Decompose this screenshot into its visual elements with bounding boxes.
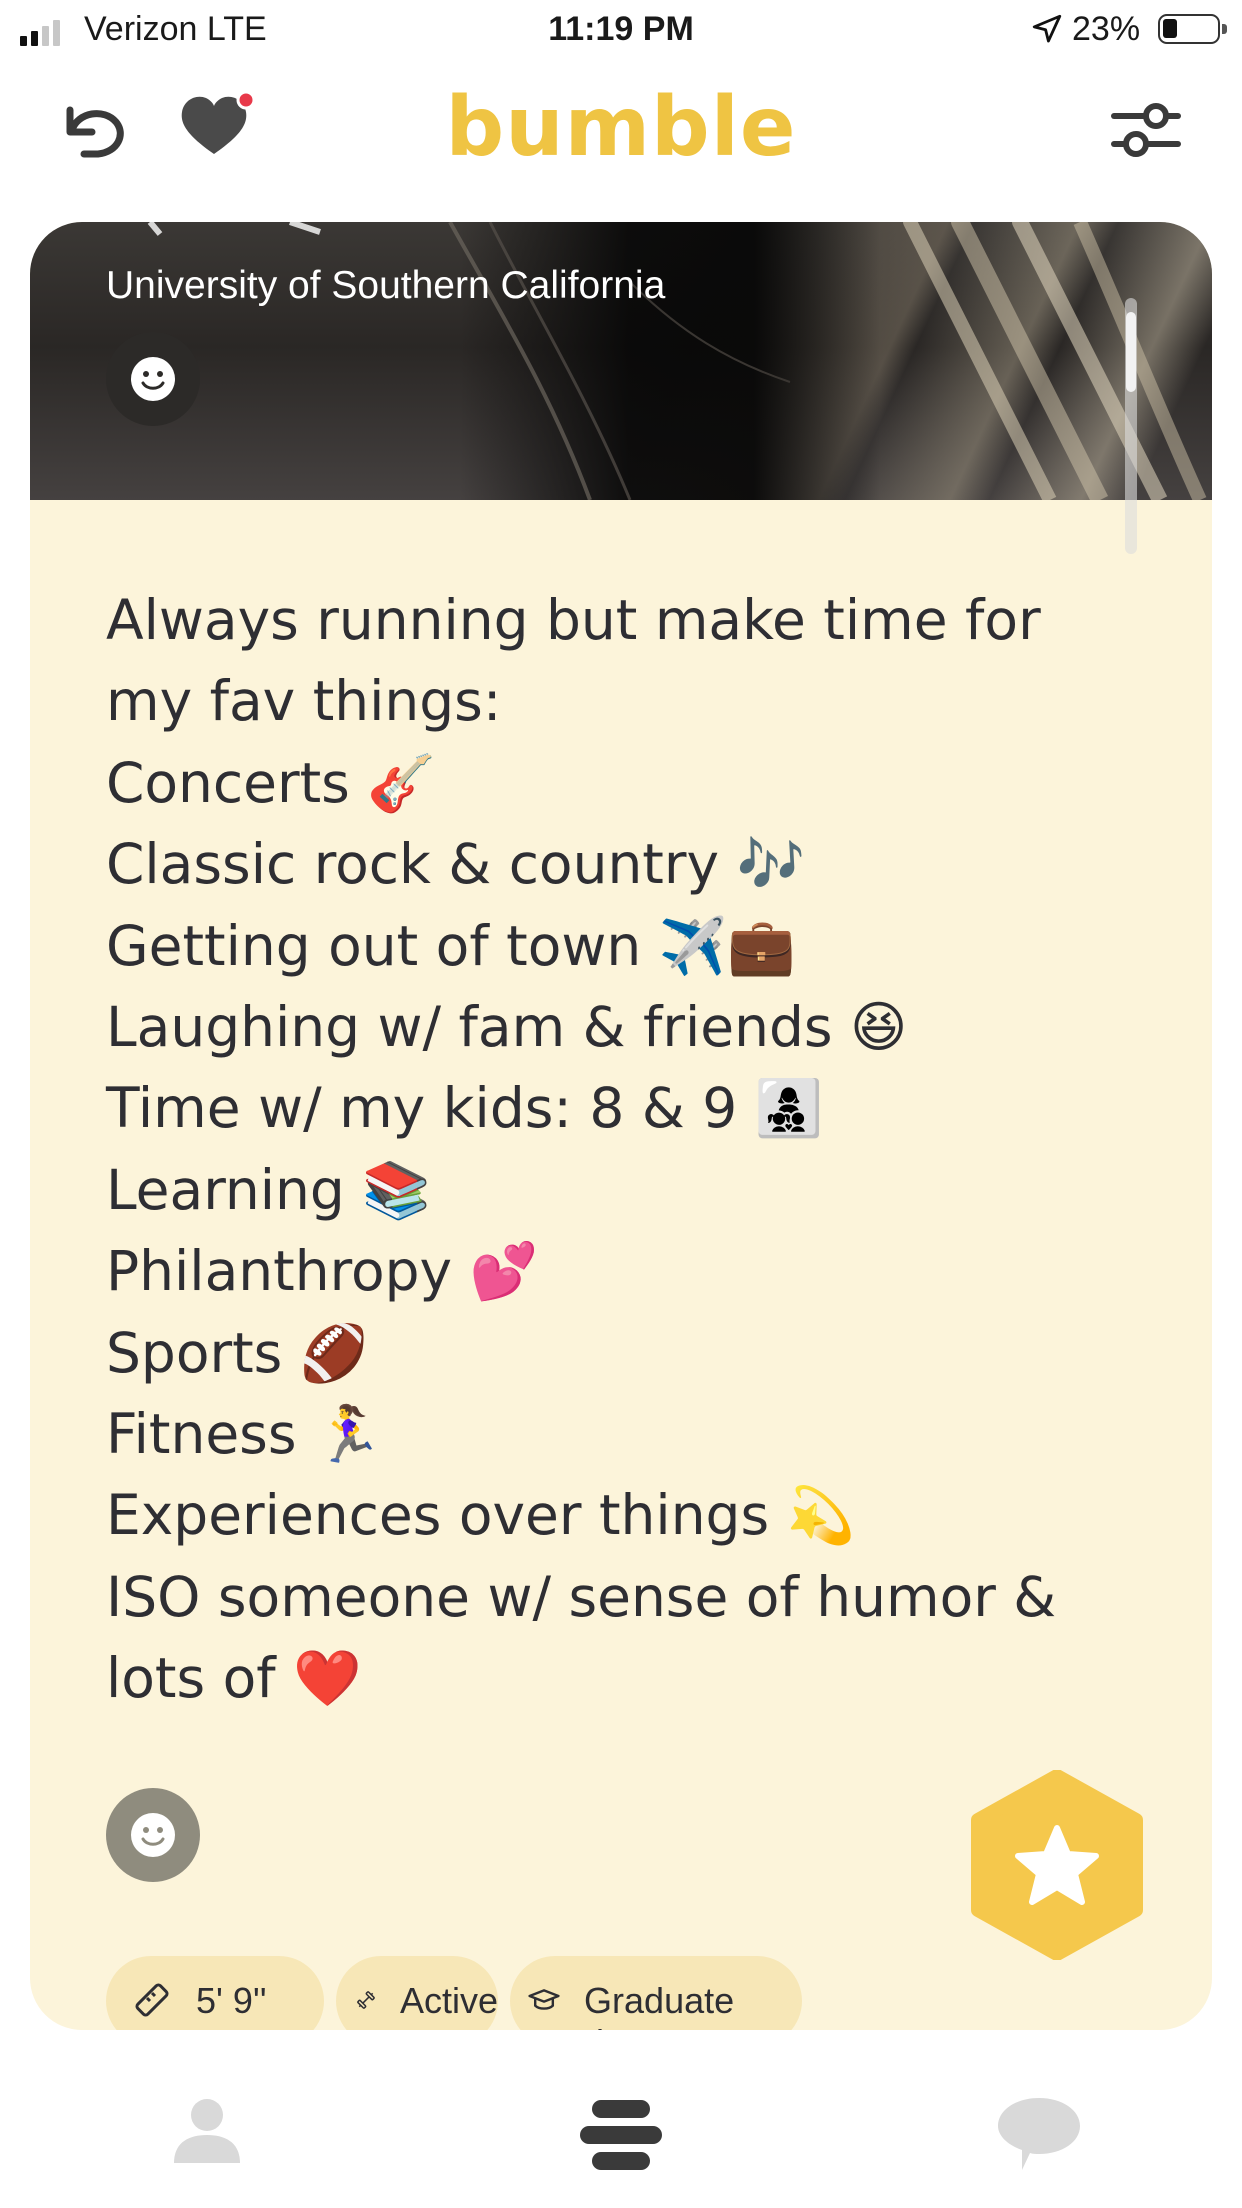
brand-logo: bumble [445,80,797,175]
bio-line: Sports 🏈 [106,1320,369,1385]
height-chip: 5' 9'' [106,1956,324,2030]
battery-icon [1158,14,1227,44]
bottom-tab-bar [0,2030,1242,2208]
profile-icon[interactable] [172,2095,242,2167]
bio-line: lots of ❤️ [106,1646,362,1711]
chat-bubble-icon[interactable] [996,2094,1082,2174]
react-button[interactable] [106,1788,200,1882]
top-nav-bar: bumble [0,62,1242,212]
bio-line: Fitness 🏃‍♀️ [106,1402,383,1467]
bio-line: Experiences over things 💫 [106,1483,856,1548]
chip-label: 5' 9'' [196,1980,267,2021]
profile-card[interactable]: University of Southern California Always… [30,222,1212,2030]
ruler-icon [135,1983,169,2017]
smiley-icon [131,357,175,401]
react-button[interactable] [106,332,200,426]
education-chip: Graduate degree [510,1956,802,2030]
bio-line: Time w/ my kids: 8 & 9 👩‍👧‍👦 [106,1076,824,1141]
school-label: University of Southern California [106,264,666,307]
exercise-chip: Active [336,1956,498,2030]
profile-photo[interactable]: University of Southern California [30,222,1212,500]
bio-line: Classic rock & country 🎶 [106,832,805,897]
dumbbell-icon [357,1991,375,2009]
battery-percent: 23% [1072,10,1141,48]
graduation-cap-icon [528,1989,560,2010]
bio-line: Always running but make time for [106,588,1041,652]
chip-label: Graduate degree [584,1980,735,2030]
bio-line: Learning 📚 [106,1157,431,1222]
bio-line: Getting out of town ✈️💼 [106,913,796,978]
filters-icon[interactable] [1108,92,1184,168]
bio-line: Concerts 🎸 [106,750,436,815]
bio-line: my fav things: [106,669,502,734]
superswipe-button[interactable] [968,1770,1146,1960]
location-arrow-icon [1032,14,1062,43]
status-bar: Verizon LTE 11:19 PM 23% [0,0,1242,62]
swipe-stack-icon[interactable] [578,2098,664,2172]
bio-line: Philanthropy 💕 [106,1239,539,1304]
smiley-icon [131,1813,175,1857]
chip-label: Active [399,1980,498,2021]
card-scrollbar[interactable] [1125,298,1137,554]
bio-line: Laughing w/ fam & friends 😆 [106,995,908,1060]
bio-line: ISO someone w/ sense of humor & [106,1564,1057,1629]
bio-text: Always running but make time for my fav … [106,580,1166,1720]
